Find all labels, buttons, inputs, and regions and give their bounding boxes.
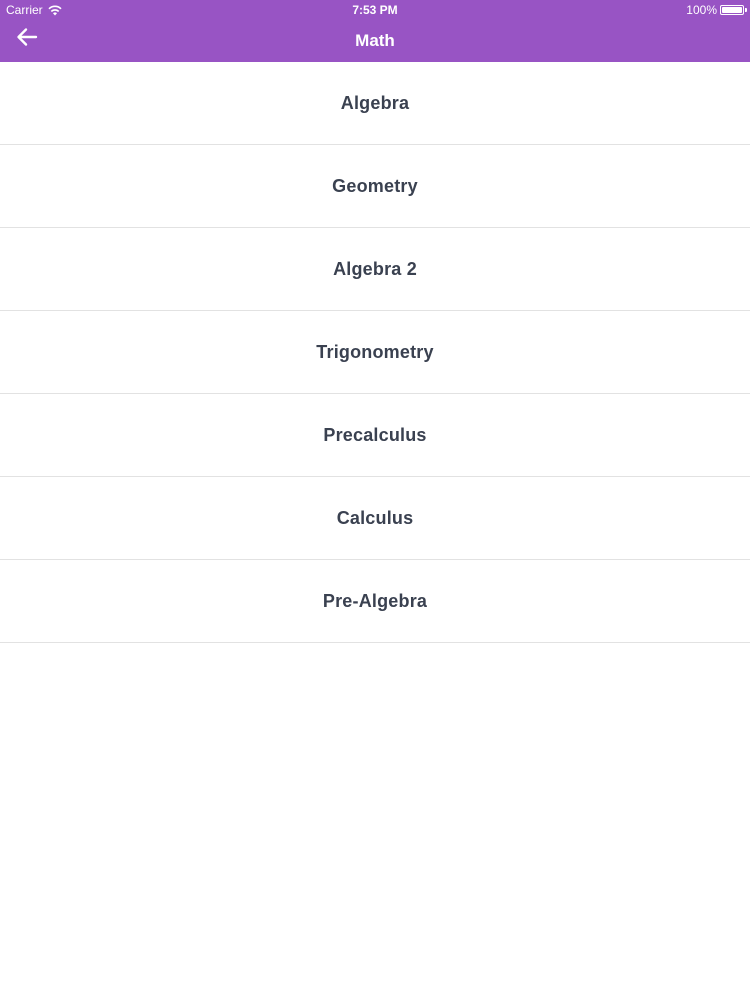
list-item-label: Geometry: [332, 175, 418, 196]
status-right: 100%: [686, 3, 747, 17]
header: Carrier 7:53 PM 100% Math: [0, 0, 750, 62]
list-item-label: Pre-Algebra: [322, 590, 428, 611]
subject-list: Algebra Geometry Algebra 2 Trigonometry …: [0, 62, 750, 643]
navigation-bar: Math: [0, 20, 750, 62]
list-item-label: Trigonometry: [316, 341, 434, 362]
battery-percentage: 100%: [686, 3, 717, 17]
battery-icon: [720, 5, 747, 15]
list-item-algebra-2[interactable]: Algebra 2: [0, 228, 750, 311]
list-item-calculus[interactable]: Calculus: [0, 477, 750, 560]
list-item-label: Algebra 2: [333, 258, 417, 279]
list-item-algebra[interactable]: Algebra: [0, 62, 750, 145]
list-item-trigonometry[interactable]: Trigonometry: [0, 311, 750, 394]
list-item-pre-algebra[interactable]: Pre-Algebra: [0, 560, 750, 643]
status-bar: Carrier 7:53 PM 100%: [0, 0, 750, 20]
status-time: 7:53 PM: [352, 3, 398, 17]
list-item-geometry[interactable]: Geometry: [0, 145, 750, 228]
list-item-precalculus[interactable]: Precalculus: [0, 394, 750, 477]
page-title: Math: [355, 31, 395, 50]
battery-fill: [722, 7, 742, 13]
list-item-label: Algebra: [340, 92, 410, 113]
list-item-label: Precalculus: [323, 424, 427, 445]
list-item-label: Calculus: [336, 507, 414, 528]
